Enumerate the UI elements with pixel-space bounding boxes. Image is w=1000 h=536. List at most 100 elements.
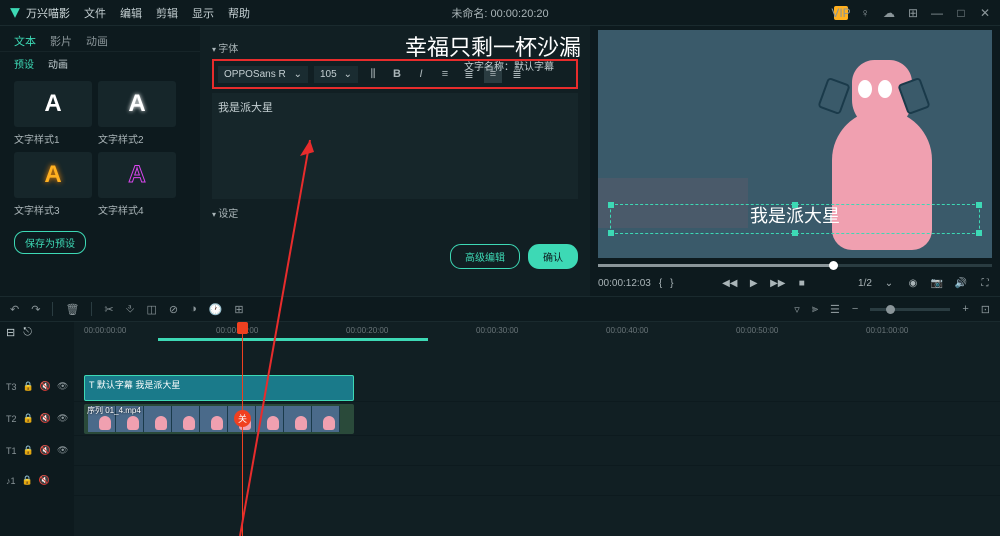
resize-handle[interactable] <box>608 202 614 208</box>
lock-icon[interactable]: 🔒 <box>23 445 34 456</box>
tab-video[interactable]: 影片 <box>50 33 72 49</box>
text-content-input[interactable]: 我是派大星 <box>212 93 578 199</box>
visibility-icon[interactable]: 👁 <box>57 381 68 392</box>
resize-handle[interactable] <box>976 202 982 208</box>
line-height-icon[interactable]: ⫼ <box>364 65 382 83</box>
subtab-anim[interactable]: 动画 <box>48 56 68 71</box>
maximize-icon[interactable]: □ <box>954 6 968 20</box>
volume-icon[interactable]: 🔊 <box>954 276 968 290</box>
text-style-1[interactable]: A文字样式1 <box>14 81 92 146</box>
work-area-range[interactable] <box>158 338 428 341</box>
track-a1[interactable]: ♪1🔒🔇 <box>74 466 1000 496</box>
resize-handle[interactable] <box>792 230 798 236</box>
video-clip[interactable]: 序列 01_4.mp4 <box>84 404 354 434</box>
redo-button[interactable]: ↷ <box>31 303 40 316</box>
zoom-in-button[interactable]: + <box>962 303 968 315</box>
style-grid: A文字样式1 A文字样式2 A文字样式3 A文字样式4 <box>0 75 200 223</box>
lock-icon[interactable]: 🔒 <box>23 381 34 392</box>
bold-button[interactable]: B <box>388 65 406 83</box>
cloud-icon[interactable]: ☁ <box>882 6 896 20</box>
visibility-icon[interactable]: 👁 <box>57 445 68 456</box>
mute-icon[interactable]: 🔇 <box>40 413 51 424</box>
subtitle-name-label: 文字名称：默认字幕 <box>464 58 554 73</box>
settings-icon[interactable]: ⊞ <box>906 6 920 20</box>
preview-timecode: 00:00:12:03 <box>598 278 651 289</box>
zoom-fit-button[interactable]: ⊡ <box>981 303 990 316</box>
trim-button[interactable]: ⎀ <box>126 303 135 316</box>
menu-file[interactable]: 文件 <box>84 5 106 21</box>
track-t2[interactable]: T2🔒🔇👁 序列 01_4.mp4 <box>74 402 1000 436</box>
timeline-link-icon[interactable]: ⎋ <box>23 326 32 338</box>
menu-clip[interactable]: 剪辑 <box>156 5 178 21</box>
quality-icon[interactable]: ◉ <box>906 276 920 290</box>
align-left-button[interactable]: ≡ <box>436 65 454 83</box>
track-t1[interactable]: T1🔒🔇👁 <box>74 436 1000 466</box>
mute-icon[interactable]: 🔇 <box>40 381 51 392</box>
bracket-right-icon[interactable]: } <box>670 278 673 289</box>
crop-button[interactable]: ◫ <box>146 303 156 316</box>
preview-canvas[interactable]: 我是派大星 <box>598 30 992 258</box>
text-style-3[interactable]: A文字样式3 <box>14 152 92 217</box>
playhead-marker[interactable]: 关 <box>234 410 251 427</box>
account-icon[interactable]: ♀ <box>858 6 872 20</box>
zoom-slider[interactable] <box>870 308 950 311</box>
subtab-preset[interactable]: 预设 <box>14 56 34 71</box>
track-t3[interactable]: T3🔒🔇👁 T 默认字幕 我是派大星 <box>74 372 1000 402</box>
mixer-icon[interactable]: ⫸ <box>812 303 818 316</box>
visibility-icon[interactable]: 👁 <box>57 413 68 424</box>
vip-badge[interactable]: VIP <box>834 6 848 20</box>
next-frame-button[interactable]: ▶▶ <box>771 276 785 290</box>
text-clip[interactable]: T 默认字幕 我是派大星 <box>84 375 354 401</box>
menu-help[interactable]: 帮助 <box>228 5 250 21</box>
window-controls: VIP ♀ ☁ ⊞ — □ ✕ <box>834 6 992 20</box>
preview-scale[interactable]: 1/2 <box>858 276 872 290</box>
zoom-out-button[interactable]: − <box>852 303 858 315</box>
timeline-ruler[interactable]: 00:00:00:00 00:00:10:00 00:00:20:00 00:0… <box>74 322 1000 342</box>
settings-section-label[interactable]: 设定 <box>212 205 578 220</box>
italic-button[interactable]: I <box>412 65 430 83</box>
marker-icon[interactable]: ▿ <box>794 303 800 316</box>
font-size-select[interactable]: 105⌄ <box>314 66 358 83</box>
save-preset-button[interactable]: 保存为预设 <box>14 231 86 254</box>
preview-progress[interactable] <box>598 264 992 267</box>
undo-button[interactable]: ↶ <box>10 303 19 316</box>
resize-handle[interactable] <box>608 230 614 236</box>
timeline-toolbar: ↶ ↷ 🗑 ✂ ⎀ ◫ ⊘ ◑ 🕐 ⊞ ▿ ⫸ ☰ − + ⊡ <box>0 296 1000 322</box>
close-icon[interactable]: ✕ <box>978 6 992 20</box>
adjust-icon[interactable]: ⊞ <box>234 303 243 316</box>
confirm-button[interactable]: 确认 <box>528 244 578 269</box>
chevron-down-icon: ⌄ <box>294 69 302 80</box>
advanced-edit-button[interactable]: 高级编辑 <box>450 244 520 269</box>
preview-text-overlay[interactable]: 我是派大星 <box>750 202 840 228</box>
resize-handle[interactable] <box>976 230 982 236</box>
fullscreen-icon[interactable]: ⛶ <box>978 276 992 290</box>
delete-button[interactable]: 🗑 <box>65 303 79 316</box>
minimize-icon[interactable]: — <box>930 6 944 20</box>
lock-icon[interactable]: 🔒 <box>23 413 34 424</box>
lock-icon[interactable]: 🔒 <box>22 475 33 486</box>
play-button[interactable]: ▶ <box>747 276 761 290</box>
mute-icon[interactable]: 🔇 <box>40 445 51 456</box>
prev-frame-button[interactable]: ◀◀ <box>723 276 737 290</box>
list-icon[interactable]: ☰ <box>830 303 840 316</box>
timeline-collapse-icon[interactable]: ⊟ <box>6 326 15 338</box>
tab-anim[interactable]: 动画 <box>86 33 108 49</box>
clock-icon[interactable]: 🕐 <box>209 303 223 316</box>
chevron-down-icon[interactable]: ⌄ <box>882 276 896 290</box>
font-family-select[interactable]: OPPOSans R⌄ <box>218 66 308 83</box>
bracket-left-icon[interactable]: { <box>659 278 662 289</box>
mute-icon[interactable]: 🔇 <box>39 475 50 486</box>
menu-edit[interactable]: 编辑 <box>120 5 142 21</box>
stop-button[interactable]: ■ <box>795 276 809 290</box>
color-button[interactable]: ◑ <box>190 303 197 315</box>
chevron-down-icon: ⌄ <box>344 69 352 80</box>
cut-button[interactable]: ✂ <box>104 303 113 316</box>
menu-view[interactable]: 显示 <box>192 5 214 21</box>
tab-text[interactable]: 文本 <box>14 33 36 49</box>
timeline: ⊟ ⎋ 00:00:00:00 00:00:10:00 00:00:20:00 … <box>0 322 1000 536</box>
text-style-2[interactable]: A文字样式2 <box>98 81 176 146</box>
playhead[interactable]: 关 <box>242 322 243 536</box>
speed-button[interactable]: ⊘ <box>169 303 178 316</box>
snapshot-icon[interactable]: 📷 <box>930 276 944 290</box>
text-style-4[interactable]: A文字样式4 <box>98 152 176 217</box>
